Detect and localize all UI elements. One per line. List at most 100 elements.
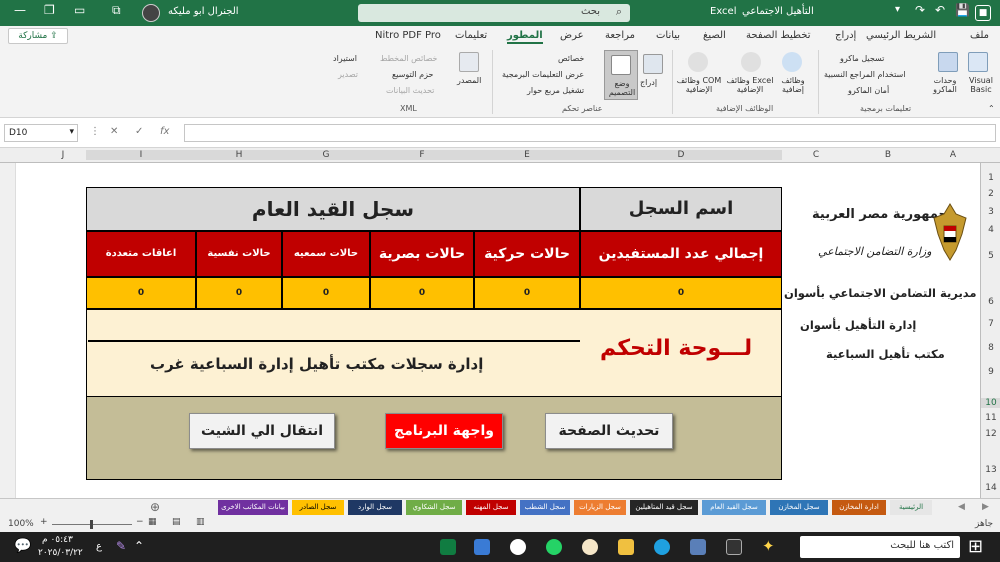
- collapse-ribbon-icon[interactable]: ⌃: [988, 104, 995, 113]
- row-header[interactable]: 12: [981, 429, 1000, 439]
- media-taskbar-icon[interactable]: [510, 539, 526, 555]
- sheet-tab[interactable]: ادارة المخازن: [832, 500, 886, 515]
- insert-control-icon[interactable]: [643, 54, 663, 74]
- sheet-tab[interactable]: سجل الشطب: [520, 500, 570, 515]
- refresh-page-button[interactable]: تحديث الصفحة: [545, 413, 673, 449]
- zoom-out-icon[interactable]: −: [136, 517, 144, 527]
- save-icon[interactable]: 💾: [955, 3, 970, 17]
- language-indicator[interactable]: ع: [96, 541, 102, 552]
- com-addins-icon[interactable]: [688, 52, 708, 72]
- menu-review[interactable]: مراجعة: [605, 30, 635, 41]
- map-properties-button[interactable]: خصائص المخطط: [380, 54, 438, 63]
- value-total[interactable]: 0: [580, 277, 782, 309]
- autosave-toggle[interactable]: ■: [975, 5, 991, 21]
- menu-help[interactable]: تعليمات: [455, 30, 487, 41]
- row-header[interactable]: 10: [981, 398, 1000, 408]
- network-taskbar-icon[interactable]: [690, 539, 706, 555]
- cancel-icon[interactable]: ✕: [110, 126, 118, 137]
- excel-taskbar-icon[interactable]: [440, 539, 456, 555]
- row-header[interactable]: 11: [981, 413, 1000, 423]
- run-dialog-button[interactable]: تشغيل مربع حوار: [527, 86, 584, 95]
- value-multiple[interactable]: 0: [86, 277, 196, 309]
- source-button[interactable]: المصدر: [457, 76, 481, 85]
- view-code-button[interactable]: عرض التعليمات البرمجية: [502, 70, 584, 79]
- value-visual[interactable]: 0: [370, 277, 474, 309]
- properties-button[interactable]: خصائص: [558, 54, 584, 63]
- ribbon-display-icon[interactable]: ▭: [74, 3, 85, 17]
- search-box[interactable]: بحث ⌕: [358, 4, 630, 22]
- column-header[interactable]: C: [782, 150, 850, 160]
- edge-taskbar-icon[interactable]: [654, 539, 670, 555]
- avatar[interactable]: [142, 4, 160, 22]
- visual-basic-icon[interactable]: [968, 52, 988, 72]
- export-button[interactable]: تصدير: [338, 70, 358, 79]
- goto-sheet-button[interactable]: انتقال الي الشيت: [189, 413, 335, 449]
- page-break-view-icon[interactable]: ▦: [148, 517, 157, 527]
- menu-developer[interactable]: المطور: [507, 30, 543, 44]
- row-header[interactable]: 7: [981, 319, 1000, 329]
- visual-basic-button[interactable]: Visual Basic: [966, 76, 996, 94]
- formula-input[interactable]: [184, 124, 996, 142]
- program-interface-button[interactable]: واجهة البرنامج: [385, 413, 503, 449]
- row-header[interactable]: 14: [981, 483, 1000, 493]
- column-header[interactable]: B: [850, 150, 926, 160]
- column-header[interactable]: I: [86, 150, 196, 160]
- row-header[interactable]: 9: [981, 367, 1000, 377]
- macro-security-button[interactable]: أمان الماكرو: [848, 86, 889, 95]
- column-header[interactable]: J: [40, 150, 86, 160]
- name-box[interactable]: D10 ▾: [4, 124, 78, 142]
- menu-nitro[interactable]: Nitro PDF Pro: [375, 30, 441, 41]
- clock-time[interactable]: ٠٥:٤٣ م: [42, 535, 73, 545]
- com-addins-button[interactable]: وظائف COM الإضافية: [676, 76, 722, 94]
- row-header[interactable]: 1: [981, 173, 1000, 183]
- folder-taskbar-icon[interactable]: [618, 539, 634, 555]
- record-macro-button[interactable]: تسجيل ماكرو: [840, 54, 884, 63]
- tray-expand-icon[interactable]: ⌃: [134, 539, 144, 553]
- row-header[interactable]: 6: [981, 297, 1000, 307]
- sheet-tab[interactable]: سجل الوارد: [348, 500, 402, 515]
- taskbar-search[interactable]: اكتب هنا للبحث: [800, 536, 960, 558]
- task-view-icon[interactable]: [726, 539, 742, 555]
- column-header[interactable]: H: [196, 150, 282, 160]
- menu-page-layout[interactable]: تخطيط الصفحة: [746, 30, 811, 41]
- menu-view[interactable]: عرض: [560, 30, 584, 41]
- undo-icon[interactable]: ↶: [935, 3, 945, 17]
- zoom-in-icon[interactable]: +: [40, 517, 48, 527]
- row-header[interactable]: 3: [981, 207, 1000, 217]
- sheet-tab[interactable]: سجل المخازن: [770, 500, 828, 515]
- excel-addins-icon[interactable]: [741, 52, 761, 72]
- vertical-scrollbar[interactable]: [0, 163, 16, 498]
- dropdown-icon[interactable]: ▾: [895, 4, 900, 15]
- column-header[interactable]: G: [282, 150, 370, 160]
- value-motor[interactable]: 0: [474, 277, 580, 309]
- row-header[interactable]: 13: [981, 465, 1000, 475]
- expansion-packs-button[interactable]: حزم التوسيع: [392, 70, 433, 79]
- addins-icon[interactable]: [782, 52, 802, 72]
- whatsapp-taskbar-icon[interactable]: [546, 539, 562, 555]
- sheet-tab[interactable]: سجل المهنه: [466, 500, 516, 515]
- column-header[interactable]: A: [926, 150, 980, 160]
- refresh-data-button[interactable]: تحديث البيانات: [386, 86, 434, 95]
- zoom-level[interactable]: 100%: [8, 519, 34, 529]
- row-header[interactable]: 8: [981, 343, 1000, 353]
- menu-data[interactable]: بيانات: [656, 30, 680, 41]
- notification-icon[interactable]: 💬: [14, 538, 31, 554]
- row-header[interactable]: 2: [981, 189, 1000, 199]
- enter-icon[interactable]: ✓: [135, 126, 143, 137]
- row-header[interactable]: 4: [981, 225, 1000, 235]
- photos-taskbar-icon[interactable]: [474, 539, 490, 555]
- sheet-tab[interactable]: سجل قيد المتاهيلين: [630, 500, 698, 515]
- restore-button[interactable]: ❐: [44, 3, 55, 17]
- page-layout-view-icon[interactable]: ▤: [172, 517, 181, 527]
- window-layout-icon[interactable]: ⧉: [112, 3, 121, 18]
- add-sheet-icon[interactable]: ⊕: [150, 500, 160, 514]
- value-hearing[interactable]: 0: [282, 277, 370, 309]
- sheet-tab[interactable]: الرئيسية: [890, 500, 932, 515]
- share-button[interactable]: مشاركة ⇪: [8, 28, 68, 44]
- next-sheet-icon[interactable]: ▶: [982, 502, 989, 512]
- windows-start-icon[interactable]: ⊞: [968, 536, 983, 557]
- insert-control-button[interactable]: إدراج: [640, 78, 657, 87]
- import-button[interactable]: استيراد: [333, 54, 357, 63]
- sheet-tab[interactable]: سجل الزيارات: [574, 500, 626, 515]
- sheet-tab[interactable]: سجل القيد العام: [702, 500, 766, 515]
